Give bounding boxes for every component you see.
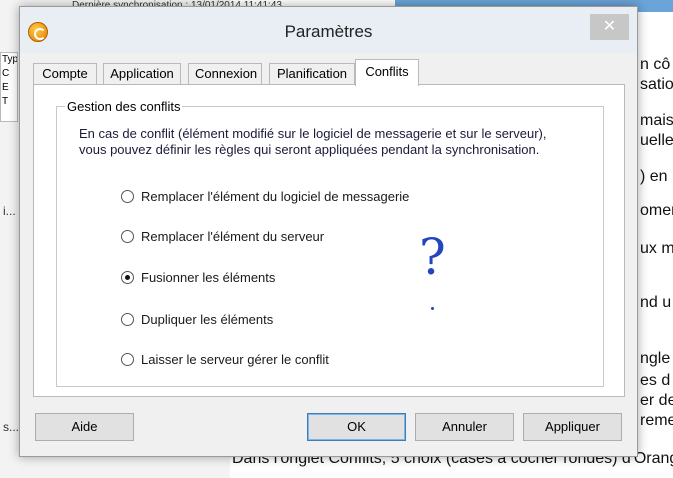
conflict-description: En cas de conflit (élément modifié sur l… — [79, 126, 599, 158]
radio-button[interactable] — [121, 230, 134, 243]
doc-line: satio — [640, 76, 673, 93]
doc-line: maiso — [640, 112, 673, 129]
option-label[interactable]: Laisser le serveur gérer le conflit — [141, 352, 329, 367]
conflits-panel: Gestion des conflits En cas de conflit (… — [33, 84, 625, 397]
doc-line: nd u — [640, 294, 672, 311]
doc-line: uelle — [640, 132, 673, 149]
doc-line: ux m — [640, 240, 673, 257]
dialog-title: Paramètres — [284, 22, 373, 41]
doc-line: n cô — [640, 56, 671, 73]
radio-button-selected[interactable] — [121, 271, 134, 284]
radio-button[interactable] — [121, 353, 134, 366]
apply-button[interactable]: Appliquer — [523, 413, 622, 441]
tab-planification[interactable]: Planification — [269, 63, 355, 85]
list-item: T — [2, 96, 9, 107]
tab-conflits[interactable]: Conflits — [355, 59, 419, 86]
background-fragment: s... — [3, 420, 20, 434]
settings-dialog: Paramètres ✕ Compte Application Connexio… — [19, 6, 638, 457]
list-item: E — [2, 82, 9, 93]
doc-line: ) en — [640, 168, 668, 185]
close-button[interactable]: ✕ — [590, 14, 629, 40]
radio-button[interactable] — [121, 313, 134, 326]
group-title: Gestion des conflits — [65, 99, 183, 114]
radio-button[interactable] — [121, 190, 134, 203]
background-fragment: i... — [3, 204, 16, 218]
list-item: Typ — [2, 54, 18, 65]
background-list: Typ C E T — [0, 52, 18, 122]
handwritten-dot — [431, 307, 434, 310]
title-bar[interactable]: Paramètres ✕ — [20, 7, 637, 53]
conflict-management-group: Gestion des conflits En cas de conflit (… — [56, 99, 604, 387]
tab-connexion[interactable]: Connexion — [188, 63, 262, 85]
option-label[interactable]: Dupliquer les éléments — [141, 312, 273, 327]
cancel-button[interactable]: Annuler — [415, 413, 514, 441]
description-line: vous pouvez définir les règles qui seron… — [79, 142, 540, 157]
ok-button[interactable]: OK — [307, 413, 406, 441]
option-label[interactable]: Remplacer l'élément du serveur — [141, 229, 324, 244]
description-line: En cas de conflit (élément modifié sur l… — [79, 126, 547, 141]
close-icon: ✕ — [602, 18, 617, 35]
doc-line: ngle — [640, 350, 671, 367]
doc-line: es d — [640, 372, 671, 389]
doc-line: er de — [640, 392, 673, 409]
handwritten-question-mark: ? — [419, 228, 446, 286]
option-label[interactable]: Remplacer l'élément du logiciel de messa… — [141, 189, 409, 204]
list-item: C — [2, 68, 10, 79]
background-document: n cô satio maiso uelle ) en omen ux m nd… — [638, 40, 673, 478]
option-label[interactable]: Fusionner les éléments — [141, 270, 275, 285]
help-button[interactable]: Aide — [35, 413, 134, 441]
doc-line: omen — [640, 202, 673, 219]
tab-compte[interactable]: Compte — [33, 63, 97, 85]
tab-application[interactable]: Application — [103, 63, 181, 85]
doc-line: reme — [640, 412, 673, 429]
